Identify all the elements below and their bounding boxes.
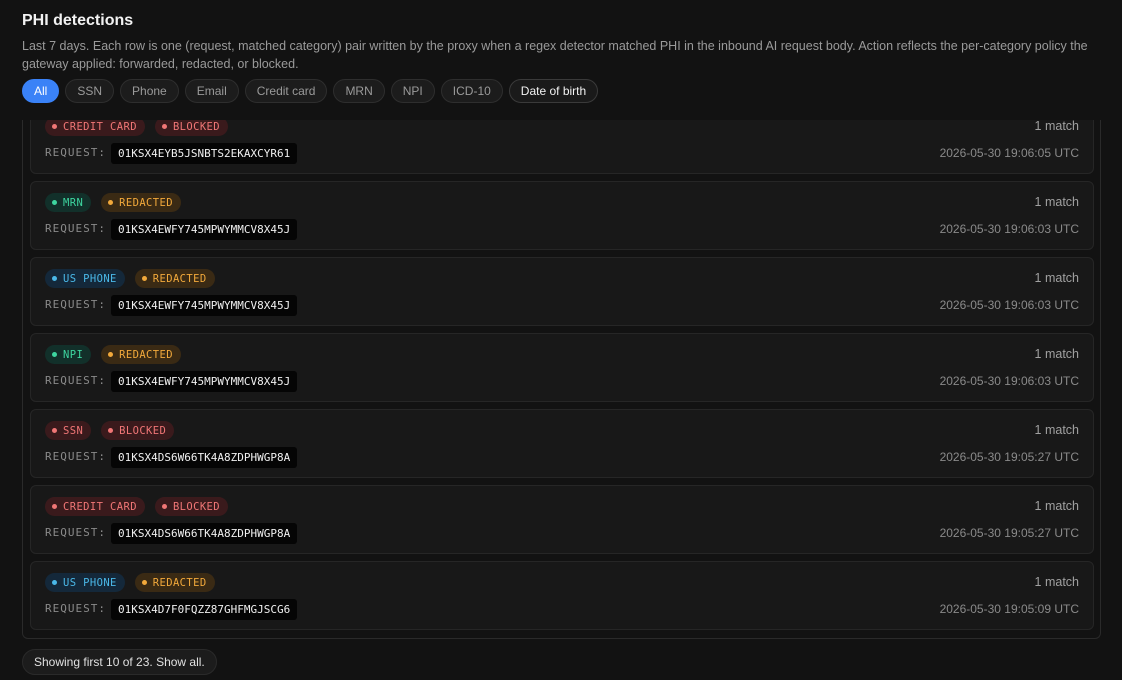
- status-dot-icon: [52, 504, 57, 509]
- category-badge: NPI: [45, 345, 92, 364]
- show-all-button[interactable]: Showing first 10 of 23. Show all.: [22, 649, 217, 675]
- category-badge-label: NPI: [63, 348, 84, 361]
- row-badges: NPI REDACTED: [45, 345, 181, 364]
- request-label: REQUEST:: [45, 602, 106, 615]
- detection-row[interactable]: US PHONE REDACTED 1 match REQUEST: 01KSX4D7F…: [30, 561, 1094, 630]
- category-badge: MRN: [45, 193, 92, 212]
- action-badge: REDACTED: [134, 269, 215, 288]
- category-badge-label: CREDIT CARD: [63, 120, 137, 133]
- match-count: 1 match: [1034, 120, 1079, 133]
- detection-timestamp: 2026-05-30 19:06:03 UTC: [939, 298, 1079, 312]
- filter-chip-all[interactable]: All: [22, 79, 60, 103]
- action-badge: BLOCKED: [154, 497, 228, 516]
- filter-chip-phone[interactable]: Phone: [120, 79, 179, 103]
- detection-timestamp: 2026-05-30 19:06:03 UTC: [939, 222, 1079, 236]
- category-filter-bar: All SSN Phone Email Credit card MRN NPI ICD-10 D…: [22, 79, 599, 103]
- category-badge: SSN: [45, 421, 92, 440]
- status-dot-icon: [141, 580, 147, 585]
- request-label: REQUEST:: [45, 222, 106, 235]
- request-label: REQUEST:: [45, 450, 106, 463]
- category-badge-label: US PHONE: [63, 576, 117, 589]
- row-badges: US PHONE REDACTED: [45, 573, 215, 592]
- filter-chip-mrn[interactable]: MRN: [333, 79, 385, 103]
- detection-row[interactable]: MRN REDACTED 1 match REQUEST: 01KSX4EWFY745M…: [30, 181, 1094, 250]
- category-badge: CREDIT CARD: [45, 497, 145, 516]
- category-badge-label: US PHONE: [63, 272, 117, 285]
- match-count: 1 match: [1034, 347, 1079, 361]
- row-badges: SSN BLOCKED: [45, 421, 175, 440]
- detection-timestamp: 2026-05-30 19:05:09 UTC: [939, 602, 1079, 616]
- detection-timestamp: 2026-05-30 19:06:05 UTC: [939, 146, 1079, 160]
- action-badge-label: BLOCKED: [172, 120, 220, 133]
- action-badge-label: REDACTED: [119, 348, 173, 361]
- category-badge: US PHONE: [45, 269, 125, 288]
- filter-chip-ssn[interactable]: SSN: [65, 79, 115, 103]
- detection-row[interactable]: NPI REDACTED 1 match REQUEST: 01KSX4EWFY745M…: [30, 333, 1094, 402]
- request-label: REQUEST:: [45, 146, 106, 159]
- row-badges: CREDIT CARD BLOCKED: [45, 120, 228, 136]
- action-badge-label: REDACTED: [152, 272, 207, 285]
- status-dot-icon: [52, 352, 57, 357]
- detection-timestamp: 2026-05-30 19:05:27 UTC: [939, 450, 1079, 464]
- status-dot-icon: [108, 352, 114, 357]
- status-dot-icon: [108, 428, 114, 433]
- action-badge-label: REDACTED: [119, 196, 173, 209]
- status-dot-icon: [161, 124, 167, 129]
- request-id[interactable]: 01KSX4EYB5JSNBTS2EKAXCYR61: [111, 143, 298, 164]
- status-dot-icon: [108, 200, 114, 205]
- status-dot-icon: [161, 504, 167, 509]
- request-id[interactable]: 01KSX4EWFY745MPWYMMCV8X45J: [111, 371, 298, 392]
- category-badge: CREDIT CARD: [45, 120, 145, 136]
- detections-list: CREDIT CARD BLOCKED 1 match REQUEST: 01KSX4E…: [22, 120, 1101, 639]
- detection-row[interactable]: CREDIT CARD BLOCKED 1 match REQUEST: 01KSX4E…: [30, 120, 1094, 174]
- request-id[interactable]: 01KSX4DS6W66TK4A8ZDPHWGP8A: [111, 447, 298, 468]
- request-id[interactable]: 01KSX4DS6W66TK4A8ZDPHWGP8A: [111, 523, 298, 544]
- status-dot-icon: [141, 276, 147, 281]
- match-count: 1 match: [1034, 195, 1079, 209]
- action-badge: REDACTED: [101, 345, 181, 364]
- action-badge-label: REDACTED: [152, 576, 207, 589]
- row-badges: MRN REDACTED: [45, 193, 181, 212]
- row-badges: CREDIT CARD BLOCKED: [45, 497, 228, 516]
- category-badge-label: SSN: [63, 424, 84, 437]
- row-badges: US PHONE REDACTED: [45, 269, 215, 288]
- request-label: REQUEST:: [45, 298, 106, 311]
- filter-chip-icd-10[interactable]: ICD-10: [440, 79, 503, 103]
- action-badge: REDACTED: [134, 573, 215, 592]
- detection-row[interactable]: CREDIT CARD BLOCKED 1 match REQUEST: 01KSX4D…: [30, 485, 1094, 554]
- status-dot-icon: [52, 124, 57, 129]
- match-count: 1 match: [1034, 499, 1079, 513]
- action-badge: BLOCKED: [154, 120, 228, 136]
- category-badge: US PHONE: [45, 573, 125, 592]
- detection-row[interactable]: US PHONE REDACTED 1 match REQUEST: 01KSX4EWF…: [30, 257, 1094, 326]
- request-label: REQUEST:: [45, 526, 106, 539]
- status-dot-icon: [52, 276, 57, 281]
- filter-chip-npi[interactable]: NPI: [390, 79, 435, 103]
- action-badge: REDACTED: [101, 193, 181, 212]
- request-label: REQUEST:: [45, 374, 106, 387]
- request-id[interactable]: 01KSX4EWFY745MPWYMMCV8X45J: [111, 219, 298, 240]
- filter-chip-credit-card[interactable]: Credit card: [244, 79, 328, 103]
- phi-detections-page: PHI detections Last 7 days. Each row is …: [0, 0, 1122, 680]
- status-dot-icon: [52, 580, 57, 585]
- action-badge-label: BLOCKED: [119, 424, 167, 437]
- category-badge-label: MRN: [63, 196, 84, 209]
- action-badge: BLOCKED: [101, 421, 175, 440]
- page-description: Last 7 days. Each row is one (request, m…: [22, 39, 1088, 71]
- request-id[interactable]: 01KSX4D7F0FQZZ87GHFMGJSCG6: [111, 599, 298, 620]
- detection-timestamp: 2026-05-30 19:06:03 UTC: [939, 374, 1079, 388]
- status-dot-icon: [52, 428, 57, 433]
- detection-row[interactable]: SSN BLOCKED 1 match REQUEST: 01KSX4DS6W66TK4…: [30, 409, 1094, 478]
- match-count: 1 match: [1034, 423, 1079, 437]
- match-count: 1 match: [1034, 575, 1079, 589]
- filter-chip-date-of-birth[interactable]: Date of birth: [508, 79, 599, 103]
- request-id[interactable]: 01KSX4EWFY745MPWYMMCV8X45J: [111, 295, 298, 316]
- action-badge-label: BLOCKED: [172, 500, 220, 513]
- status-dot-icon: [52, 200, 57, 205]
- match-count: 1 match: [1034, 271, 1079, 285]
- detection-timestamp: 2026-05-30 19:05:27 UTC: [939, 526, 1079, 540]
- category-badge-label: CREDIT CARD: [63, 500, 137, 513]
- page-title: PHI detections: [22, 12, 134, 29]
- filter-chip-email[interactable]: Email: [184, 79, 239, 103]
